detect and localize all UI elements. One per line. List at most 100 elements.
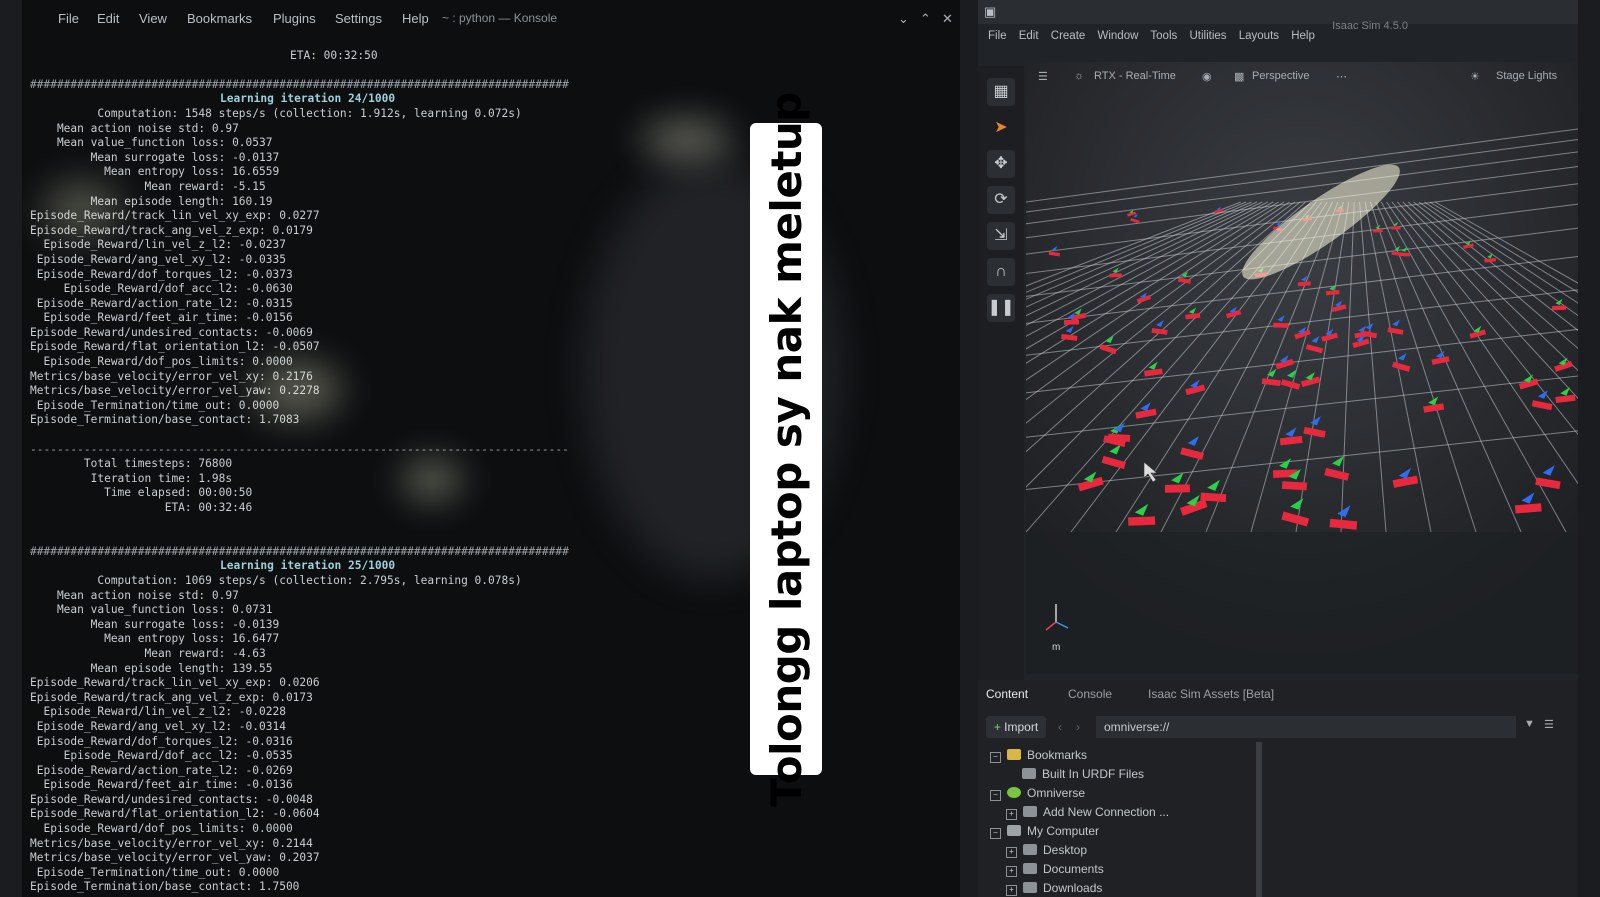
viewport-toolbar: ☰ ☼ RTX - Real-Time ◉ ▩ Perspective ⋯ ☀ … (1026, 62, 1578, 653)
menu-help[interactable]: Help (1291, 30, 1315, 42)
log-line: Episode_Reward/action_rate_l2: -0.0269 (30, 763, 293, 777)
log-line: Computation: 1069 steps/s (collection: 2… (30, 573, 522, 587)
glare (642, 120, 732, 160)
back-icon[interactable]: ‹ (1058, 720, 1062, 734)
tab-content[interactable]: Content (986, 687, 1028, 701)
terminal-output[interactable]: ETA: 00:32:50 ##########################… (30, 34, 569, 897)
log-line: Mean surrogate loss: -0.0137 (30, 150, 280, 164)
select-pointer-icon[interactable]: ➤ (987, 114, 1015, 142)
scene-render (1026, 62, 1578, 674)
isaac-menubar: File Edit Create Window Tools Utilities … (988, 30, 1324, 42)
tree-item-documents[interactable]: + Documents (1006, 862, 1104, 877)
log-line: Episode_Reward/track_lin_vel_xy_exp: 0.0… (30, 209, 320, 223)
expand-icon[interactable]: + (1006, 847, 1017, 858)
import-label: Import (1004, 720, 1039, 734)
pause-icon[interactable]: ❚❚ (987, 294, 1015, 322)
collapse-icon[interactable]: − (990, 752, 1001, 763)
tree-item-omniverse[interactable]: − Omniverse (990, 786, 1085, 801)
tree-label: Built In URDF Files (1042, 767, 1145, 781)
menu-settings[interactable]: Settings (335, 11, 382, 26)
tab-isaac-sim-assets[interactable]: Isaac Sim Assets [Beta] (1148, 687, 1274, 701)
minimize-icon[interactable]: ⌄ (898, 11, 909, 27)
server-icon (1023, 806, 1037, 817)
close-icon[interactable]: ✕ (942, 11, 953, 27)
scale-icon[interactable]: ⇲ (987, 222, 1015, 250)
select-mode-icon[interactable]: ▦ (987, 78, 1015, 106)
rotate-icon[interactable]: ⟳ (987, 186, 1015, 214)
viewport-options-icon[interactable]: ⋯ (1336, 70, 1347, 83)
menu-tools[interactable]: Tools (1150, 30, 1177, 42)
log-line: Metrics/base_velocity/error_vel_yaw: 0.2… (30, 851, 320, 865)
settings-icon[interactable]: ☰ (1038, 70, 1048, 83)
isaac-sim-window: ▣ Isaac Sim 4.5.0 File Edit Create Windo… (978, 0, 1578, 897)
forward-icon[interactable]: › (1076, 720, 1080, 734)
list-view-icon[interactable]: ☰ (1544, 718, 1554, 731)
expand-icon[interactable]: + (1006, 809, 1017, 820)
tree-item-downloads[interactable]: + Downloads (1006, 881, 1102, 896)
filter-icon[interactable]: ▼ (1524, 718, 1535, 730)
separator: ----------------------------------------… (30, 442, 569, 456)
camera-icon[interactable]: ▩ (1234, 70, 1244, 83)
menu-utilities[interactable]: Utilities (1189, 30, 1226, 42)
log-line: Episode_Reward/lin_vel_z_l2: -0.0237 (30, 238, 286, 252)
log-line: Mean value_function loss: 0.0731 (30, 603, 273, 617)
snap-icon[interactable]: ∩ (987, 258, 1015, 286)
tree-item-urdf-files[interactable]: Built In URDF Files (1022, 767, 1144, 781)
app-title: Isaac Sim 4.5.0 (1332, 20, 1408, 32)
path-input[interactable]: omniverse:// (1096, 716, 1516, 738)
renderer-selector[interactable]: RTX - Real-Time (1094, 70, 1176, 82)
log-line: ETA: 00:32:46 (30, 501, 253, 514)
tree-item-bookmarks[interactable]: − Bookmarks (990, 748, 1087, 763)
menu-view[interactable]: View (139, 11, 167, 26)
bookmark-icon (1007, 749, 1021, 760)
sun-icon[interactable]: ☀ (1470, 70, 1480, 83)
isaac-title-bar: ▣ (978, 0, 1578, 24)
tab-console[interactable]: Console (1068, 687, 1112, 701)
expand-icon[interactable]: + (1006, 866, 1017, 877)
log-line: Episode_Termination/base_contact: 1.7500 (30, 880, 300, 894)
collapse-icon[interactable]: − (990, 828, 1001, 839)
menu-edit[interactable]: Edit (97, 11, 119, 26)
expand-icon[interactable]: + (1006, 885, 1017, 896)
menu-help[interactable]: Help (402, 11, 429, 26)
camera-selector[interactable]: Perspective (1252, 70, 1309, 82)
tree-item-desktop[interactable]: + Desktop (1006, 843, 1087, 858)
log-line: Episode_Reward/undesired_contacts: -0.00… (30, 325, 313, 339)
log-line: Episode_Reward/track_lin_vel_xy_exp: 0.0… (30, 676, 320, 690)
lightbulb-icon[interactable]: ☼ (1074, 70, 1084, 82)
import-button[interactable]: + Import (986, 716, 1046, 738)
collapse-icon[interactable]: − (990, 790, 1001, 801)
menu-create[interactable]: Create (1051, 30, 1086, 42)
tree-label: Bookmarks (1027, 748, 1088, 762)
menu-file[interactable]: File (58, 11, 79, 26)
tree-scrollbar[interactable] (1256, 742, 1262, 897)
menu-window[interactable]: Window (1098, 30, 1139, 42)
tree-item-my-computer[interactable]: − My Computer (990, 824, 1099, 839)
log-line: Episode_Reward/dof_torques_l2: -0.0316 (30, 734, 293, 748)
log-line: Episode_Reward/feet_air_time: -0.0136 (30, 778, 293, 792)
stage-lights-selector[interactable]: Stage Lights (1496, 70, 1557, 82)
tool-strip: ▦ ➤ ✥ ⟳ ⇲ ∩ ❚❚ (978, 66, 1024, 686)
move-icon[interactable]: ✥ (987, 150, 1015, 178)
terminal-menubar: File Edit View Bookmarks Plugins Setting… (22, 0, 960, 32)
log-line: Episode_Reward/lin_vel_z_l2: -0.0228 (30, 705, 286, 719)
drive-icon (1023, 863, 1037, 874)
maximize-icon[interactable]: ⌃ (920, 11, 931, 27)
tree-item-add-connection[interactable]: + Add New Connection ... (1006, 805, 1169, 820)
drive-icon (1023, 882, 1037, 893)
menu-layouts[interactable]: Layouts (1239, 30, 1279, 42)
log-line: Episode_Reward/dof_torques_l2: -0.0373 (30, 267, 293, 281)
menu-plugins[interactable]: Plugins (273, 11, 316, 26)
3d-viewport[interactable]: ☰ ☼ RTX - Real-Time ◉ ▩ Perspective ⋯ ☀ … (1026, 62, 1578, 674)
log-line: Episode_Reward/flat_orientation_l2: -0.0… (30, 807, 320, 821)
content-panel: Content Console Isaac Sim Assets [Beta] … (978, 680, 1578, 897)
menu-file[interactable]: File (988, 30, 1007, 42)
iteration-25-metrics: Computation: 1069 steps/s (collection: 2… (30, 574, 522, 893)
log-line: Mean reward: -4.63 (30, 646, 266, 660)
drive-icon (1023, 844, 1037, 855)
menu-bookmarks[interactable]: Bookmarks (187, 11, 252, 26)
iteration-24-metrics: Computation: 1548 steps/s (collection: 1… (30, 107, 522, 426)
eye-icon[interactable]: ◉ (1202, 70, 1212, 83)
menu-edit[interactable]: Edit (1019, 30, 1039, 42)
folder-icon (1022, 768, 1036, 779)
